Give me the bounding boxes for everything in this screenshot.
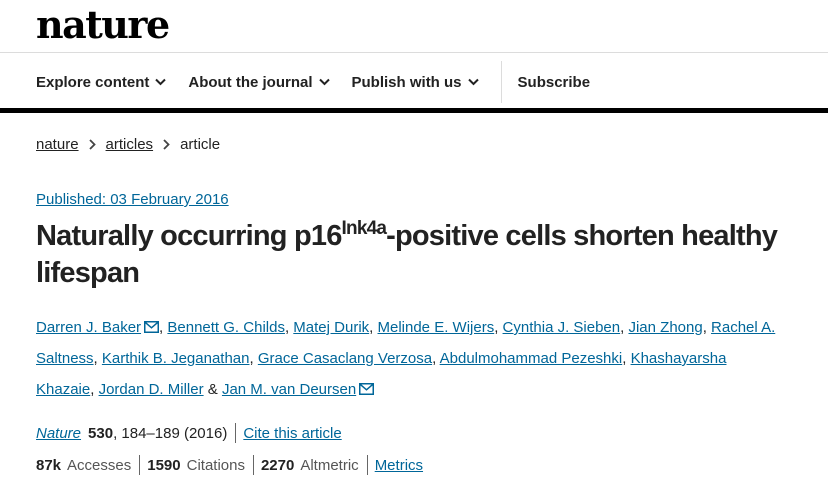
accesses-label: Accesses: [67, 456, 132, 474]
chevron-right-icon: [163, 139, 170, 150]
divider: [235, 423, 237, 443]
mail-icon[interactable]: [144, 321, 160, 333]
journal-volume: 530: [88, 424, 114, 442]
divider: [139, 455, 141, 475]
chevron-down-icon: [318, 78, 330, 86]
nav-explore-label: Explore content: [36, 73, 150, 91]
header-divider: [0, 52, 828, 53]
title-part1: Naturally occurring p16: [36, 220, 342, 252]
nature-logo[interactable]: nature: [36, 2, 170, 47]
divider: [366, 455, 368, 475]
article-title: Naturally occurring p16Ink4a-positive ce…: [36, 218, 796, 292]
citations-count: 1590: [147, 456, 181, 474]
nav-divider: [500, 61, 502, 103]
author-link[interactable]: Jian Zhong: [628, 319, 702, 336]
author-link[interactable]: Karthik B. Jeganathan: [102, 350, 250, 367]
breadcrumb-current: article: [180, 136, 221, 153]
breadcrumb-articles[interactable]: articles: [106, 136, 154, 153]
authors-and: &: [207, 381, 218, 398]
article-metrics: 87k Accesses 1590 Citations 2270 Altmetr…: [36, 455, 423, 475]
breadcrumb: nature articles article: [36, 136, 220, 153]
chevron-down-icon: [155, 78, 167, 86]
main-nav: Explore content About the journal Publis…: [36, 60, 612, 104]
published-date-link[interactable]: Published: 03 February 2016: [36, 191, 229, 208]
nav-publish-with-us[interactable]: Publish with us: [352, 74, 479, 91]
altmetric-label: Altmetric: [300, 456, 359, 474]
mail-icon[interactable]: [359, 383, 375, 395]
title-superscript: Ink4a: [341, 218, 387, 239]
chevron-right-icon: [88, 139, 96, 150]
breadcrumb-nature[interactable]: nature: [36, 136, 79, 153]
chevron-down-icon: [467, 78, 479, 86]
author-link[interactable]: Grace Casaclang Verzosa: [258, 350, 432, 367]
author-link[interactable]: Matej Durik: [293, 319, 369, 336]
journal-link[interactable]: Nature: [36, 425, 81, 442]
journal-pages-year: , 184–189 (2016): [113, 424, 228, 442]
nav-explore-content[interactable]: Explore content: [36, 73, 167, 91]
header-rule: [0, 108, 828, 113]
author-link[interactable]: Melinde E. Wijers: [378, 319, 495, 336]
nav-publish-label: Publish with us: [351, 73, 462, 91]
published-date: Published: 03 February 2016: [36, 191, 229, 208]
nav-about-journal[interactable]: About the journal: [188, 73, 330, 91]
author-link[interactable]: Jordan D. Miller: [99, 381, 204, 398]
author-link[interactable]: Jan M. van Deursen: [222, 381, 356, 398]
cite-this-article-link[interactable]: Cite this article: [243, 425, 341, 442]
author-link[interactable]: Bennett G. Childs: [167, 319, 285, 336]
nav-subscribe[interactable]: Subscribe: [518, 74, 591, 91]
author-link[interactable]: Abdulmohammad Pezeshki: [440, 350, 623, 367]
citation-line: Nature 530 , 184–189 (2016) Cite this ar…: [36, 423, 342, 443]
author-link[interactable]: Cynthia J. Sieben: [503, 319, 621, 336]
divider: [252, 455, 254, 475]
altmetric-score: 2270: [260, 456, 295, 474]
nav-about-label: About the journal: [188, 73, 313, 91]
metrics-link[interactable]: Metrics: [375, 457, 423, 474]
author-link[interactable]: Darren J. Baker: [36, 319, 141, 336]
nav-subscribe-label: Subscribe: [517, 73, 591, 91]
author-list: Darren J. Baker, Bennett G. Childs, Mate…: [36, 319, 776, 398]
citations-label: Citations: [186, 456, 245, 474]
accesses-count: 87k: [36, 456, 62, 474]
